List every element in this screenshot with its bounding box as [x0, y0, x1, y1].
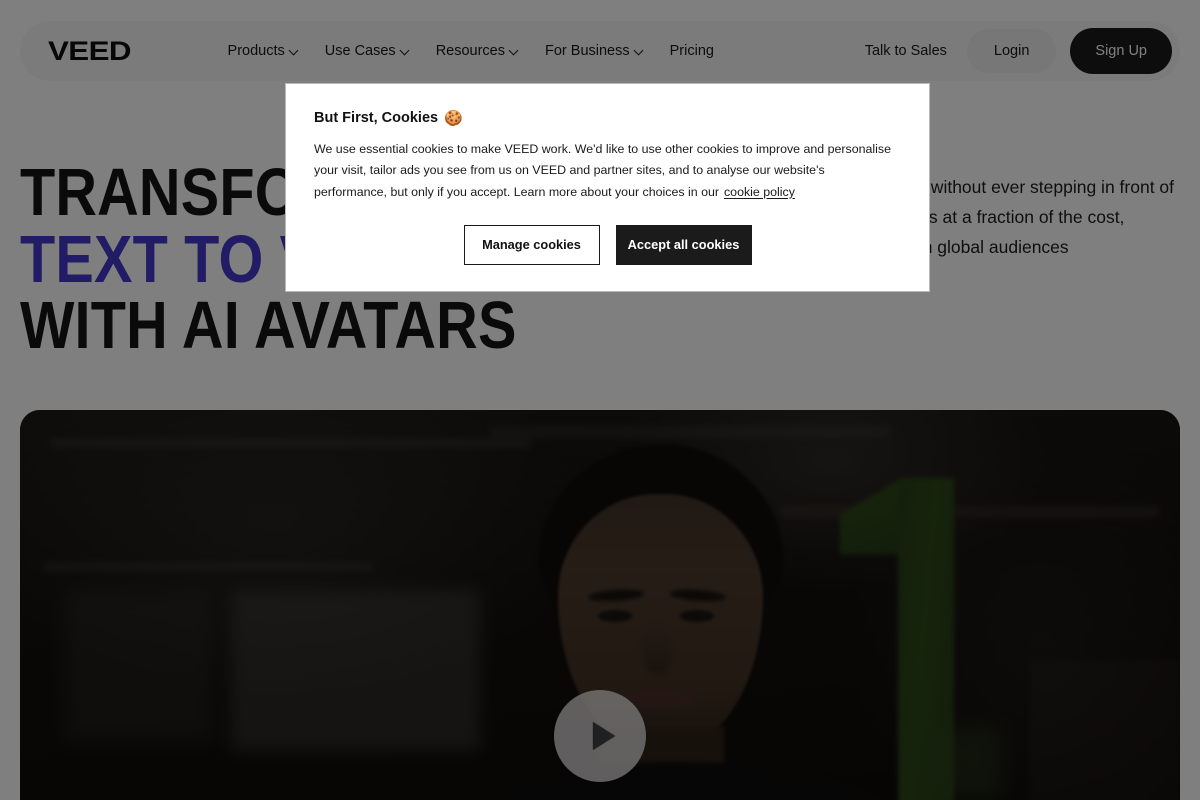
cookie-policy-link[interactable]: cookie policy: [724, 185, 795, 199]
cookie-consent-dialog: But First, Cookies 🍪 We use essential co…: [285, 83, 930, 292]
cookie-dialog-actions: Manage cookies Accept all cookies: [314, 224, 901, 265]
manage-cookies-button[interactable]: Manage cookies: [463, 224, 600, 265]
cookie-dialog-body: We use essential cookies to make VEED wo…: [314, 139, 892, 203]
page-root: VEED Products Use Cases Resources For Bu…: [0, 0, 1200, 800]
cookie-dialog-title: But First, Cookies 🍪: [314, 110, 901, 126]
cookie-icon: 🍪: [444, 109, 463, 127]
accept-all-cookies-button[interactable]: Accept all cookies: [615, 224, 752, 265]
cookie-dialog-body-text: We use essential cookies to make VEED wo…: [314, 142, 891, 199]
cookie-dialog-title-text: But First, Cookies: [314, 110, 439, 126]
